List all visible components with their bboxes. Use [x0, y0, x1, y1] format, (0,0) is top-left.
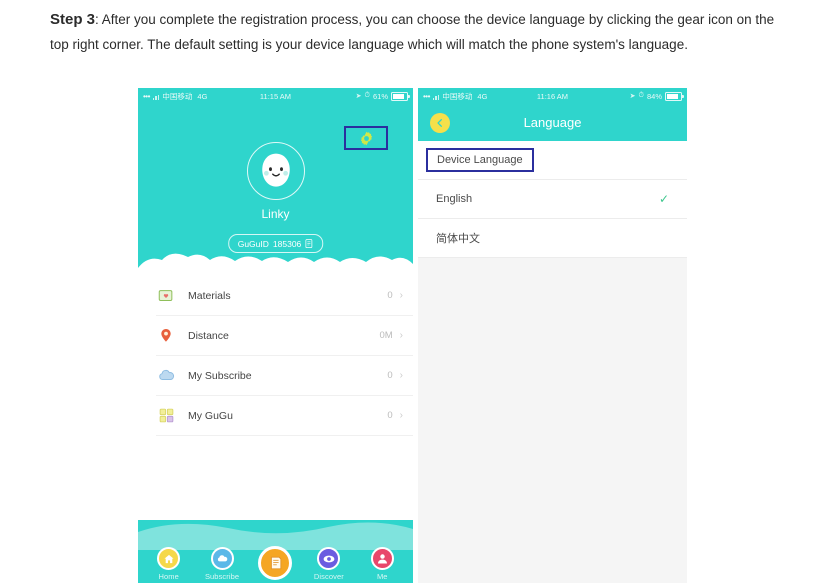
tab-me[interactable]: Me: [359, 547, 405, 581]
avatar-mascot-icon: [261, 153, 290, 187]
battery-icon: [391, 91, 410, 101]
tab-subscribe[interactable]: Subscribe: [199, 547, 245, 581]
menu-value: 0M: [379, 330, 393, 341]
eye-icon[interactable]: [317, 547, 341, 570]
language-navbar: Language: [418, 104, 687, 141]
language-row-chinese[interactable]: 简体中文: [418, 219, 687, 258]
back-arrow-icon[interactable]: [430, 112, 450, 133]
left-phone-screenshot: ••• 中国移动 4G 11:15 AM ➤ ⏱ 61% Linky GuGuI…: [138, 88, 413, 583]
menu-row-my-subscribe[interactable]: My Subscribe 0 ›: [156, 356, 413, 396]
tab-home[interactable]: Home: [146, 547, 192, 581]
chevron-right-icon: ›: [399, 410, 403, 421]
status-time: 11:15 AM: [259, 91, 292, 101]
tab-label: Discover: [313, 572, 344, 581]
check-icon: ✓: [658, 192, 669, 206]
tab-discover[interactable]: Discover: [306, 547, 352, 581]
profile-hero: Linky GuGuID 185306: [138, 104, 413, 277]
menu-row-materials[interactable]: Materials 0 ›: [156, 276, 413, 316]
language-label: English: [436, 193, 473, 205]
menu-row-my-gugu[interactable]: My GuGu 0 ›: [156, 396, 413, 436]
menu-label: My Subscribe: [188, 369, 252, 382]
profile-menu-list: Materials 0 › Distance 0M › My Subscribe: [138, 276, 413, 436]
menu-value: 0: [387, 370, 393, 381]
alarm-icon: ⏱: [364, 92, 370, 99]
device-language-row[interactable]: Device Language: [418, 141, 687, 180]
left-status-bar: ••• 中国移动 4G 11:15 AM ➤ ⏱ 61%: [138, 88, 413, 104]
compose-icon[interactable]: [258, 546, 293, 580]
status-time: 11:16 AM: [536, 91, 569, 101]
menu-label: Materials: [188, 289, 231, 302]
gugu-id-value: 185306: [272, 238, 302, 249]
language-list: English ✓ 简体中文: [418, 180, 687, 258]
person-icon[interactable]: [370, 547, 394, 570]
menu-row-distance[interactable]: Distance 0M ›: [156, 316, 413, 356]
menu-value: 0: [387, 410, 393, 421]
chevron-right-icon: ›: [399, 370, 403, 381]
language-label: 简体中文: [436, 233, 480, 245]
menu-value: 0: [387, 290, 393, 301]
location-icon: ➤: [629, 93, 636, 100]
tab-items: Home Subscribe Discover Me: [138, 546, 413, 581]
gear-icon-highlight-box[interactable]: [344, 126, 388, 150]
cloud-icon[interactable]: [210, 547, 234, 570]
menu-label: Distance: [188, 329, 229, 342]
tab-label: Subscribe: [204, 572, 240, 581]
instruction-paragraph: Step 3: After you complete the registrat…: [50, 8, 780, 57]
right-status-bar: ••• 中国移动 4G 11:16 AM ➤ ⏱ 84%: [418, 88, 687, 104]
menu-label: My GuGu: [188, 409, 233, 422]
chevron-right-icon: ›: [399, 330, 403, 341]
cloud-divider: [138, 253, 413, 277]
cloud-icon: [156, 366, 176, 386]
right-phone-screenshot: ••• 中国移动 4G 11:16 AM ➤ ⏱ 84% Language De…: [418, 88, 687, 583]
tab-compose[interactable]: [252, 546, 298, 581]
tab-label: Home: [158, 572, 179, 581]
chevron-right-icon: ›: [399, 290, 403, 301]
right-phone-filler: [418, 258, 687, 583]
bottom-tab-bar: Home Subscribe Discover Me: [138, 520, 413, 583]
materials-icon: [156, 286, 176, 306]
page-title: Language: [523, 115, 582, 130]
gear-icon[interactable]: [358, 130, 375, 147]
profile-name: Linky: [261, 207, 290, 221]
gugu-id-label: GuGuID: [237, 238, 269, 249]
step-label: Step 3: [50, 11, 96, 28]
battery-icon: [665, 91, 684, 101]
copy-icon[interactable]: [305, 238, 313, 249]
home-icon[interactable]: [157, 547, 181, 570]
device-language-highlight-box[interactable]: Device Language: [426, 148, 534, 172]
avatar[interactable]: [246, 142, 305, 200]
alarm-icon: ⏱: [638, 92, 644, 99]
instruction-body: : After you complete the registration pr…: [50, 12, 775, 52]
location-icon: ➤: [355, 93, 362, 100]
location-pin-icon: [156, 326, 176, 346]
language-row-english[interactable]: English ✓: [418, 180, 687, 219]
tab-label: Me: [376, 572, 388, 581]
grid-icon: [156, 406, 176, 426]
